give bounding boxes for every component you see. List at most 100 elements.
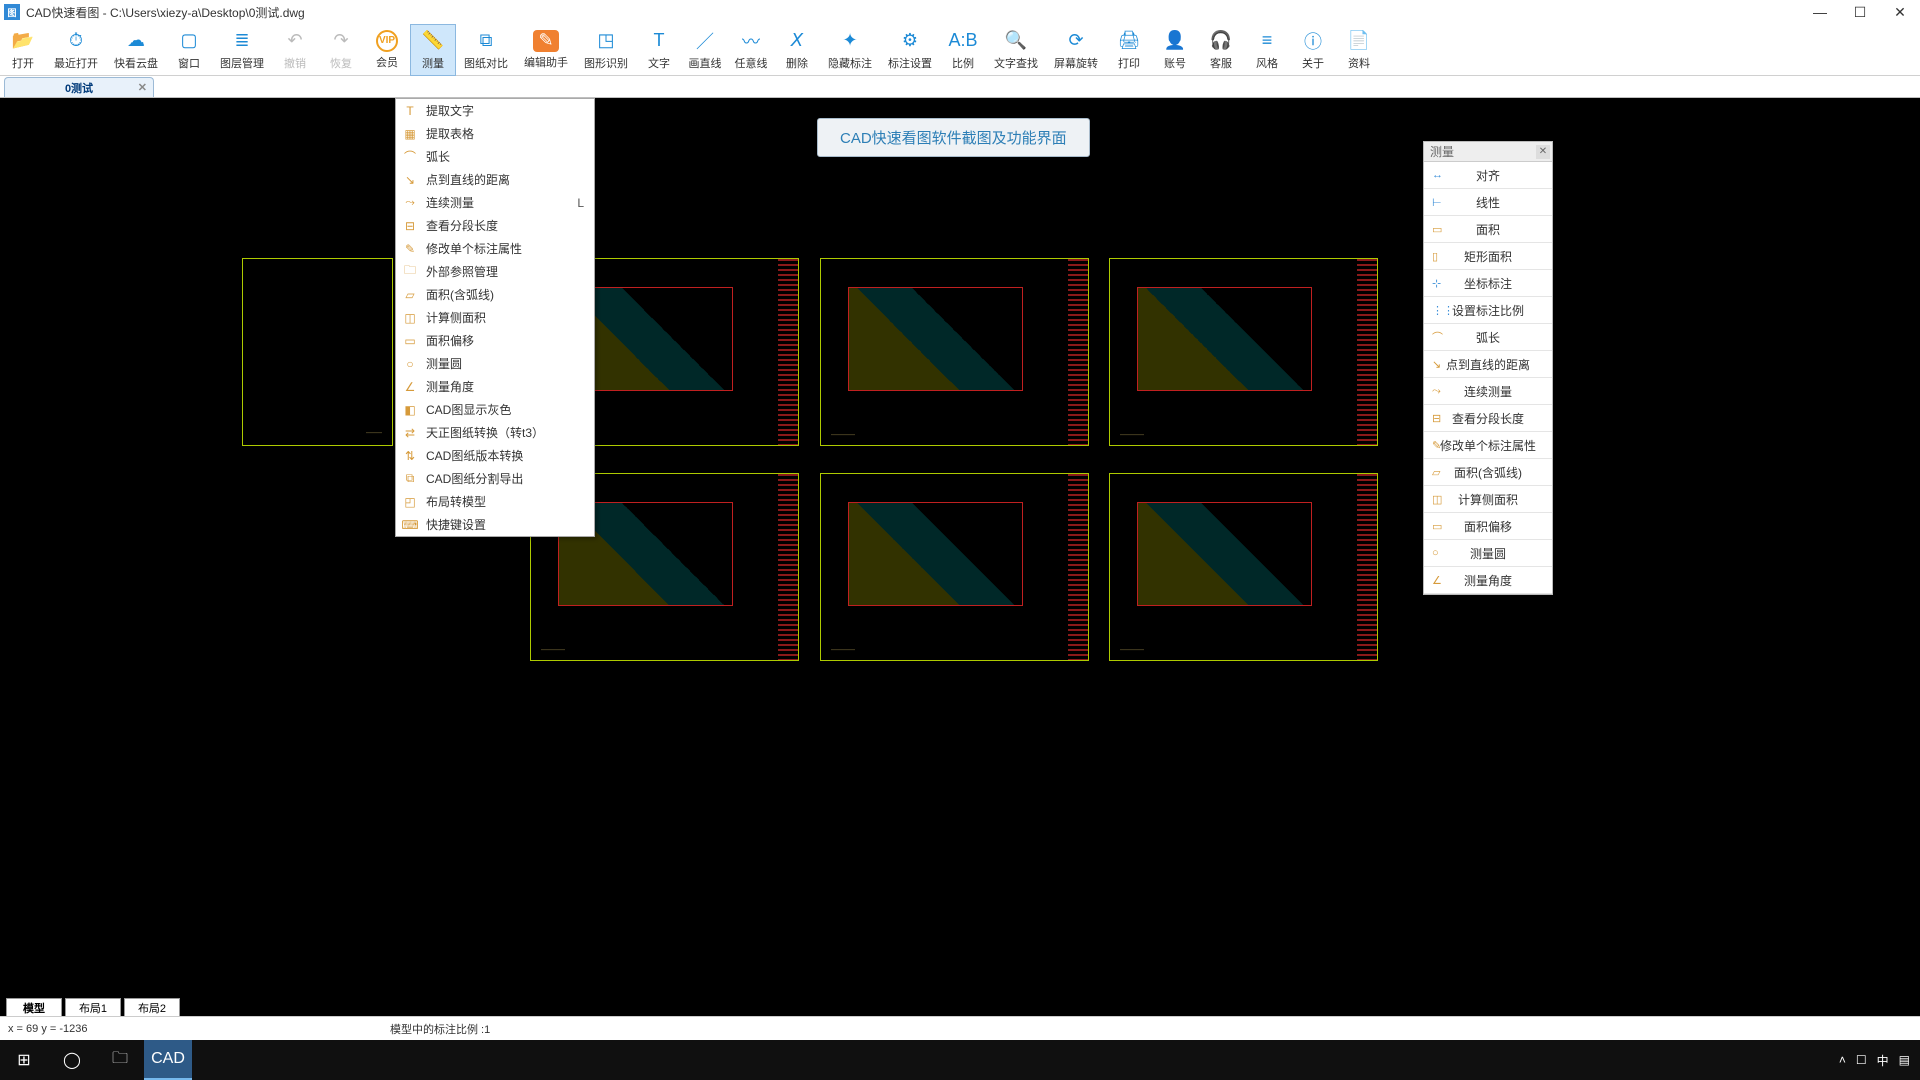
- panel-item[interactable]: ⤳连续测量: [1424, 378, 1552, 405]
- layout-tab[interactable]: 布局2: [124, 998, 180, 1016]
- close-button[interactable]: ✕: [1880, 0, 1920, 24]
- toolbar-layer-button[interactable]: ≣图层管理: [212, 24, 272, 76]
- document-tab[interactable]: 0测试 ✕: [4, 77, 154, 97]
- toolbar-recent-button[interactable]: ⏱最近打开: [46, 24, 106, 76]
- minimize-button[interactable]: —: [1800, 0, 1840, 24]
- toolbar-compare-button[interactable]: ⧉图纸对比: [456, 24, 516, 76]
- panel-item[interactable]: ⊟查看分段长度: [1424, 405, 1552, 432]
- toolbar-window-button[interactable]: ▢窗口: [166, 24, 212, 76]
- toolbar-line-button[interactable]: ／画直线: [682, 24, 728, 76]
- tray-chevron-icon[interactable]: ˄: [1839, 1053, 1846, 1067]
- panel-item[interactable]: ▱面积(含弧线): [1424, 459, 1552, 486]
- toolbar-vip-button[interactable]: VIP会员: [364, 24, 410, 76]
- menu-item[interactable]: ○测量圆: [396, 352, 594, 375]
- menu-item[interactable]: ◫计算侧面积: [396, 306, 594, 329]
- ime-lang-icon[interactable]: 中: [1877, 1052, 1889, 1069]
- panel-item[interactable]: ⊹坐标标注: [1424, 270, 1552, 297]
- menu-item[interactable]: ⌨快捷键设置: [396, 513, 594, 536]
- ime-icon[interactable]: ☐: [1856, 1053, 1867, 1067]
- toolbar-print-button[interactable]: 🖨打印: [1106, 24, 1152, 76]
- menu-item[interactable]: ⤳连续测量L: [396, 191, 594, 214]
- toolbar-markset-button[interactable]: ⚙标注设置: [880, 24, 940, 76]
- menu-item[interactable]: ⧉CAD图纸分割导出: [396, 467, 594, 490]
- toolbar-measure-button[interactable]: 📏测量: [410, 24, 456, 76]
- menu-item[interactable]: ↘点到直线的距离: [396, 168, 594, 191]
- toolbar-findtext-button[interactable]: 🔍文字查找: [986, 24, 1046, 76]
- menu-item[interactable]: ⊟查看分段长度: [396, 214, 594, 237]
- toolbar-label: 打开: [12, 55, 34, 71]
- docs-icon: 📄: [1347, 29, 1371, 53]
- toolbar-editor-button[interactable]: ✎编辑助手: [516, 24, 576, 76]
- toolbar-about-button[interactable]: ⓘ关于: [1290, 24, 1336, 76]
- cad-app-taskbar-button[interactable]: CAD: [144, 1040, 192, 1080]
- panel-item[interactable]: ↘点到直线的距离: [1424, 351, 1552, 378]
- drawing-thumb[interactable]: ——: [242, 258, 393, 446]
- drawing-canvas[interactable]: CAD快速看图软件截图及功能界面 —— ——— ——— ——— ——— ——— …: [0, 98, 1920, 1033]
- action-center-icon[interactable]: ▤: [1899, 1053, 1910, 1067]
- menu-item[interactable]: ▭面积偏移: [396, 329, 594, 352]
- menu-item[interactable]: ✎修改单个标注属性: [396, 237, 594, 260]
- open-icon: 📂: [11, 29, 35, 53]
- drawing-thumb[interactable]: ———: [820, 258, 1089, 446]
- toolbar-rotate-button[interactable]: ⟳屏幕旋转: [1046, 24, 1106, 76]
- panel-item[interactable]: ⊢ 线性: [1424, 189, 1552, 216]
- menu-item[interactable]: ◰布局转模型: [396, 490, 594, 513]
- close-tab-icon[interactable]: ✕: [138, 81, 147, 94]
- menu-item[interactable]: ∠测量角度: [396, 375, 594, 398]
- panel-item[interactable]: ▭面积偏移: [1424, 513, 1552, 540]
- toolbar-redo-button[interactable]: ↷恢复: [318, 24, 364, 76]
- toolbar-delete-button[interactable]: 𝘟删除: [774, 24, 820, 76]
- menu-item[interactable]: 🗀外部参照管理: [396, 260, 594, 283]
- freeline-icon: 〰: [739, 29, 763, 53]
- rotate-icon: ⟳: [1064, 29, 1088, 53]
- menu-item-label: 连续测量: [426, 194, 474, 211]
- panel-item[interactable]: ⋮⋮设置标注比例: [1424, 297, 1552, 324]
- layout-tab[interactable]: 布局1: [65, 998, 121, 1016]
- layout-tabbar: 模型布局1布局2: [0, 994, 1920, 1016]
- toolbar-ratio-button[interactable]: A:B比例: [940, 24, 986, 76]
- cortana-button[interactable]: ◯: [48, 1040, 96, 1080]
- drawing-thumb[interactable]: ———: [1109, 473, 1378, 661]
- toolbar-label: 快看云盘: [114, 55, 158, 71]
- menu-item[interactable]: ⇅CAD图纸版本转换: [396, 444, 594, 467]
- menu-item[interactable]: ▦提取表格: [396, 122, 594, 145]
- drawing-thumb[interactable]: ———: [1109, 258, 1378, 446]
- menu-item[interactable]: ▱面积(含弧线): [396, 283, 594, 306]
- panel-item[interactable]: ⌒弧长: [1424, 324, 1552, 351]
- toolbar-style-button[interactable]: ≡风格: [1244, 24, 1290, 76]
- start-button[interactable]: ⊞: [0, 1040, 48, 1080]
- toolbar-cloud-button[interactable]: ☁快看云盘: [106, 24, 166, 76]
- maximize-button[interactable]: ☐: [1840, 0, 1880, 24]
- toolbar-support-button[interactable]: 🎧客服: [1198, 24, 1244, 76]
- toolbar-shape-button[interactable]: ◳图形识别: [576, 24, 636, 76]
- menu-item[interactable]: ⌒弧长: [396, 145, 594, 168]
- menu-item[interactable]: ◧CAD图显示灰色: [396, 398, 594, 421]
- toolbar-account-button[interactable]: 👤账号: [1152, 24, 1198, 76]
- menu-item[interactable]: ⇄天正图纸转换（转t3）: [396, 421, 594, 444]
- drawing-thumb[interactable]: ———: [820, 473, 1089, 661]
- panel-item[interactable]: ▭面积: [1424, 216, 1552, 243]
- toolbar-open-button[interactable]: 📂 打开: [0, 24, 46, 76]
- panel-item[interactable]: ◫计算侧面积: [1424, 486, 1552, 513]
- toolbar-hidemark-button[interactable]: ✦隐藏标注: [820, 24, 880, 76]
- explorer-button[interactable]: 🗀: [96, 1040, 144, 1080]
- panel-item[interactable]: ▯矩形面积: [1424, 243, 1552, 270]
- panel-close-icon[interactable]: ✕: [1536, 145, 1550, 159]
- panel-item-icon: ⊢: [1432, 196, 1442, 209]
- toolbar-undo-button[interactable]: ↶撤销: [272, 24, 318, 76]
- line-icon: ／: [693, 29, 717, 53]
- toolbar-text-button[interactable]: T文字: [636, 24, 682, 76]
- panel-item[interactable]: ∠测量角度: [1424, 567, 1552, 594]
- panel-item[interactable]: ↔对齐: [1424, 162, 1552, 189]
- toolbar-freeline-button[interactable]: 〰任意线: [728, 24, 774, 76]
- toolbar-label: 恢复: [330, 55, 352, 71]
- panel-item[interactable]: ○测量圆: [1424, 540, 1552, 567]
- panel-item-icon: ↔: [1432, 169, 1443, 181]
- panel-item[interactable]: ✎修改单个标注属性: [1424, 432, 1552, 459]
- layout-tab[interactable]: 模型: [6, 998, 62, 1016]
- menu-item[interactable]: T提取文字: [396, 99, 594, 122]
- account-icon: 👤: [1163, 29, 1187, 53]
- toolbar-docs-button[interactable]: 📄资料: [1336, 24, 1382, 76]
- panel-item-label: 线性: [1476, 194, 1500, 211]
- toolbar-label: 文字查找: [994, 55, 1038, 71]
